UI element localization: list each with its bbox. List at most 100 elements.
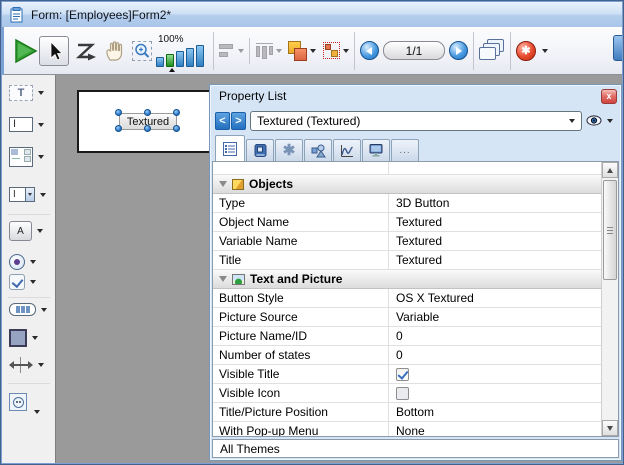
checkbox-tool[interactable] (9, 274, 36, 290)
property-value[interactable]: 0 (396, 329, 403, 343)
plugin-area-tool[interactable] (9, 393, 38, 411)
property-row[interactable]: With Pop-up MenuNone (213, 422, 601, 436)
property-row[interactable]: Title/Picture PositionBottom (213, 403, 601, 422)
property-value[interactable]: Variable (396, 310, 439, 324)
property-value[interactable]: Textured (396, 234, 442, 248)
page-indicator[interactable]: 1/1 (383, 41, 445, 60)
property-row[interactable]: Button StyleOS X Textured (213, 289, 601, 308)
display-views-button[interactable] (479, 31, 505, 71)
section-header[interactable]: Text and Picture (213, 270, 601, 289)
unchecked-checkbox[interactable] (396, 387, 409, 400)
property-value[interactable]: OS X Textured (396, 291, 474, 305)
property-row[interactable]: Visible Title (213, 365, 601, 384)
scrollbar-down-button[interactable] (602, 420, 618, 436)
objects-shapes-tab[interactable] (304, 139, 332, 161)
property-value[interactable]: Textured (396, 253, 442, 267)
splitter-tool[interactable] (9, 357, 44, 373)
zoom-bar-4[interactable] (186, 48, 194, 67)
property-value[interactable]: 0 (396, 348, 403, 362)
splitter-icon (9, 357, 33, 373)
input-field-tool[interactable]: I (9, 117, 44, 132)
property-row[interactable]: Variable NameTextured (213, 232, 601, 251)
scrollbar-thumb[interactable] (603, 180, 617, 280)
library-icon[interactable] (613, 35, 622, 61)
selection-handle-top-right[interactable] (173, 109, 180, 116)
themes-footer[interactable]: All Themes (212, 439, 619, 458)
zoom-level-bars[interactable] (156, 45, 204, 67)
tab-control-tool[interactable] (9, 303, 47, 316)
previous-object-button[interactable]: < (215, 112, 230, 130)
combo-box-dropdown-icon[interactable] (40, 193, 46, 197)
text-label-tool[interactable]: T (9, 85, 44, 101)
selection-handle-bottom-left[interactable] (115, 125, 122, 132)
title-bar[interactable]: Form: [Employees]Form2* (2, 2, 622, 27)
form-properties-button[interactable]: ✱ (516, 31, 548, 71)
scrollbar-track[interactable] (602, 178, 618, 420)
selection-handle-top-center[interactable] (144, 109, 151, 116)
object-selector-combo[interactable]: Textured (Textured) (250, 111, 582, 131)
combo-box-tool[interactable]: I (9, 187, 46, 202)
property-row[interactable]: Visible Icon (213, 384, 601, 403)
move-tool-button[interactable] (103, 31, 127, 71)
selection-handle-top-left[interactable] (115, 109, 122, 116)
execute-form-button[interactable] (11, 31, 39, 71)
next-page-button[interactable] (449, 41, 468, 60)
selection-tool-button[interactable] (39, 36, 69, 66)
property-row[interactable]: Number of states0 (213, 346, 601, 365)
collapse-triangle-icon[interactable] (219, 276, 227, 282)
zoom-level-control[interactable]: 100% (156, 34, 204, 67)
property-value[interactable]: 3D Button (396, 196, 449, 210)
zoom-bar-5[interactable] (196, 45, 204, 67)
splitter-dropdown-icon[interactable] (38, 363, 44, 367)
zoom-bar-3[interactable] (176, 51, 184, 67)
property-value[interactable]: None (396, 424, 425, 436)
display-monitor-tab[interactable] (362, 139, 390, 161)
property-value[interactable]: Bottom (396, 405, 434, 419)
property-row[interactable]: Picture Name/ID0 (213, 327, 601, 346)
property-row[interactable]: TitleTextured (213, 251, 601, 270)
move-to-view-button[interactable] (323, 31, 349, 71)
input-field-dropdown-icon[interactable] (38, 123, 44, 127)
property-list-tab[interactable] (215, 135, 245, 161)
radio-button-dropdown-icon[interactable] (30, 260, 36, 264)
checkbox-tool-dropdown-icon[interactable] (30, 280, 36, 284)
property-row[interactable]: Object NameTextured (213, 213, 601, 232)
scrollbar-up-button[interactable] (602, 162, 618, 178)
property-row[interactable]: Picture SourceVariable (213, 308, 601, 327)
move-to-view-dropdown-icon[interactable] (343, 49, 349, 53)
button-tool[interactable]: A (9, 221, 43, 241)
next-object-button[interactable]: > (231, 112, 246, 130)
view-options-button[interactable] (582, 111, 616, 131)
tab-control-dropdown-icon[interactable] (41, 308, 47, 312)
more-tab[interactable]: ... (391, 139, 419, 161)
form-properties-dropdown-icon[interactable] (542, 49, 548, 53)
section-header[interactable]: Objects (213, 175, 601, 194)
close-button[interactable]: x (601, 89, 617, 104)
radio-button-tool[interactable] (9, 254, 36, 270)
property-value[interactable]: Textured (396, 215, 442, 229)
selection-handle-bottom-center[interactable] (144, 125, 151, 132)
events-chart-tab[interactable] (333, 139, 361, 161)
property-list-title[interactable]: Property List (210, 85, 621, 107)
property-row[interactable]: Type3D Button (213, 194, 601, 213)
zoom-bar-2-active[interactable] (166, 54, 174, 67)
list-box-dropdown-icon[interactable] (38, 155, 44, 159)
level-button[interactable] (288, 31, 316, 71)
settings-gear-tab[interactable]: ✱ (275, 139, 303, 161)
zoom-bar-1[interactable] (156, 57, 164, 67)
plugin-area-dropdown-icon[interactable] (34, 410, 40, 414)
rectangle-tool[interactable] (9, 329, 38, 347)
entry-order-button[interactable] (73, 31, 99, 71)
rectangle-dropdown-icon[interactable] (32, 336, 38, 340)
button-tool-dropdown-icon[interactable] (37, 229, 43, 233)
list-box-tool[interactable] (9, 147, 44, 167)
checked-checkbox[interactable] (396, 368, 409, 381)
collapse-triangle-icon[interactable] (219, 181, 227, 187)
previous-page-button[interactable] (360, 41, 379, 60)
selection-handle-bottom-right[interactable] (173, 125, 180, 132)
property-grid-scrollbar[interactable] (601, 162, 618, 436)
text-label-dropdown-icon[interactable] (38, 91, 44, 95)
zoom-tool-button[interactable] (132, 31, 152, 71)
level-dropdown-icon[interactable] (310, 49, 316, 53)
theme-book-tab[interactable] (246, 139, 274, 161)
